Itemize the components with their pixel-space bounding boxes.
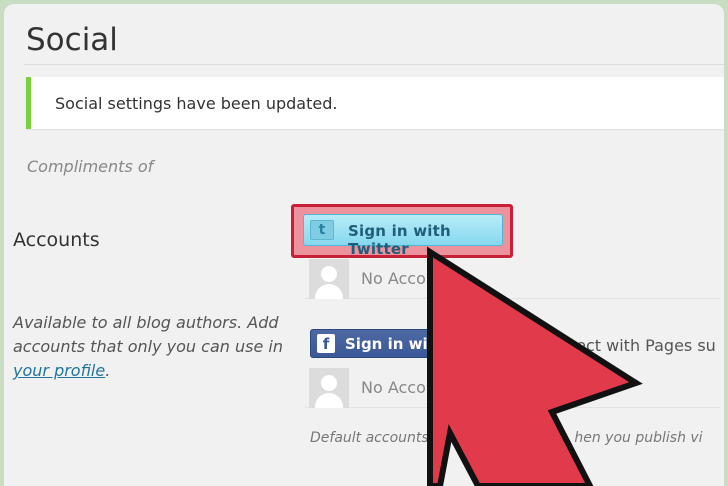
default-accounts-note: Default accounts wil hen you publish vi [310,430,703,446]
accounts-label: Accounts [13,229,100,251]
twitter-account-status: No Accou [361,269,437,288]
page-title: Social [26,22,118,58]
default-avatar-icon [309,368,349,408]
update-notice-text: Social settings have been updated. [55,94,338,113]
default-avatar-icon [309,259,349,299]
sign-in-facebook-button[interactable]: f Sign in with F [310,329,485,358]
title-divider [24,64,724,65]
compliments-label: Compliments of [27,157,154,176]
sign-in-twitter-label: Sign in with Twitter [348,222,451,258]
facebook-icon: f [317,334,335,353]
twitter-account-row: No Accou [305,257,720,299]
sign-in-twitter-button[interactable]: t Sign in with Twitter [303,214,503,258]
default-note-start: Default accounts wil [310,430,453,446]
facebook-pages-hint: nect with Pages su [566,336,716,355]
accounts-description-end: . [105,361,111,380]
default-note-end: hen you publish vi [574,430,703,446]
facebook-account-row: No Account [305,366,720,408]
facebook-account-status: No Account [361,378,453,397]
accounts-description: Available to all blog authors. Add accou… [13,311,298,383]
your-profile-link[interactable]: your profile [13,361,105,380]
twitter-icon: t [310,220,334,240]
update-notice: Social settings have been updated. [26,77,724,129]
sign-in-facebook-label: Sign in with F [345,335,461,353]
accounts-description-text: Available to all blog authors. Add accou… [13,313,283,356]
